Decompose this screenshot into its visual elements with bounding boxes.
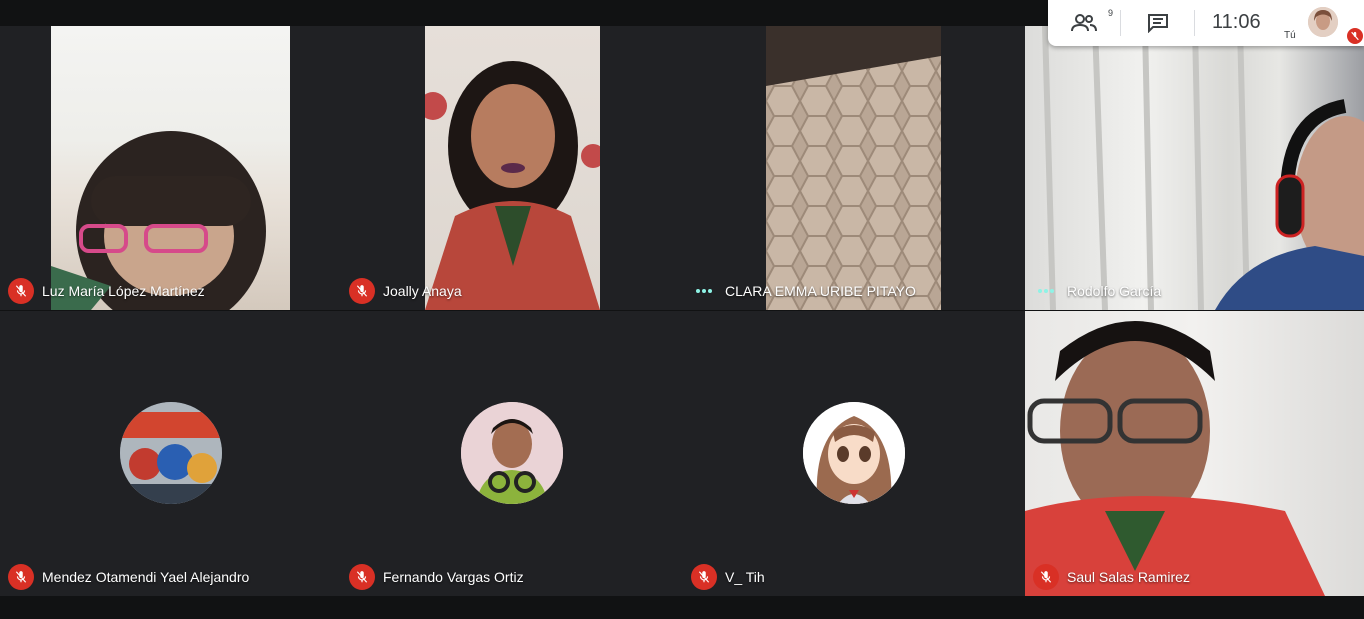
floor-pattern: [766, 26, 941, 310]
participant-name: V_ Tih: [725, 569, 765, 585]
participant-video: [1025, 311, 1364, 596]
participant-name: Joally Anaya: [383, 283, 462, 299]
mic-off-icon: [1033, 564, 1059, 590]
participant-name: Saul Salas Ramirez: [1067, 569, 1190, 585]
participant-name: CLARA EMMA URIBE PITAYO: [725, 283, 916, 299]
avatar: [803, 402, 905, 504]
self-avatar[interactable]: [1308, 7, 1338, 37]
participant-video: [51, 26, 290, 310]
speaking-dots-icon: [691, 278, 717, 304]
participant-name: Luz María López Martínez: [42, 283, 205, 299]
participant-label: CLARA EMMA URIBE PITAYO: [691, 278, 916, 304]
mic-off-icon: [349, 278, 375, 304]
participant-tile-saul[interactable]: Saul Salas Ramirez: [1025, 311, 1364, 596]
participant-tile-clara[interactable]: CLARA EMMA URIBE PITAYO: [683, 26, 1025, 310]
participant-name: Rodolfo García: [1067, 283, 1162, 299]
person-figure: [419, 61, 605, 310]
participant-tile-luz[interactable]: Luz María López Martínez: [0, 26, 341, 310]
people-icon: [1071, 14, 1097, 32]
mic-off-icon: [349, 564, 375, 590]
avatar: [120, 402, 222, 504]
participant-label: Mendez Otamendi Yael Alejandro: [8, 564, 249, 590]
participant-tile-mendez[interactable]: Mendez Otamendi Yael Alejandro: [0, 311, 341, 596]
participant-video: [1025, 26, 1364, 310]
mic-off-icon: [8, 278, 34, 304]
meeting-stage: Luz María López Martínez Joally Anaya CL…: [0, 0, 1364, 619]
person-figure: [51, 131, 266, 310]
speaking-dots-icon: [1033, 278, 1059, 304]
participant-label: Fernando Vargas Ortiz: [349, 564, 524, 590]
mic-off-icon: [691, 564, 717, 590]
participant-tile-joally[interactable]: Joally Anaya: [341, 26, 683, 310]
self-label: Tú: [1284, 30, 1296, 41]
person-figure: [1042, 26, 1364, 310]
participant-tile-fernando[interactable]: Fernando Vargas Ortiz: [341, 311, 683, 596]
person-figure: [1025, 321, 1325, 596]
mic-off-icon: [8, 564, 34, 590]
participant-video: [766, 26, 941, 310]
bottom-bar: [0, 596, 1364, 619]
participant-video: [419, 26, 605, 310]
mic-off-icon: [1347, 28, 1363, 44]
chat-button[interactable]: [1138, 0, 1178, 46]
participant-tile-vtih[interactable]: V_ Tih: [683, 311, 1025, 596]
chat-icon: [1148, 14, 1168, 33]
participant-tile-rodolfo[interactable]: Rodolfo García: [1025, 26, 1364, 310]
participants-button[interactable]: 9: [1064, 0, 1113, 46]
avatar: [461, 402, 563, 504]
meeting-clock: 11:06: [1212, 11, 1261, 33]
participants-count: 9: [1108, 8, 1114, 18]
participant-label: Rodolfo García: [1033, 278, 1161, 304]
participant-name: Mendez Otamendi Yael Alejandro: [42, 569, 250, 585]
participant-label: Luz María López Martínez: [8, 278, 205, 304]
participant-name: Fernando Vargas Ortiz: [383, 569, 524, 585]
meeting-info-panel: 9 11:06 Tú: [1048, 0, 1364, 46]
participant-label: Joally Anaya: [349, 278, 462, 304]
divider: [1194, 10, 1195, 36]
participant-label: Saul Salas Ramirez: [1033, 564, 1190, 590]
divider: [1120, 10, 1121, 36]
participant-label: V_ Tih: [691, 564, 765, 590]
